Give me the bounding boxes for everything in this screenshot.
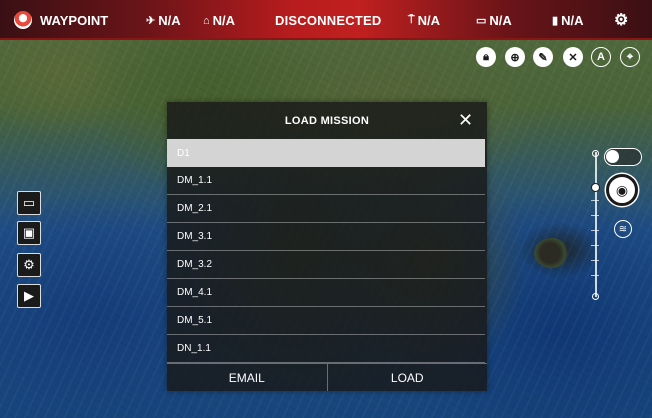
slider-tick [591, 275, 599, 276]
connection-status: DISCONNECTED [275, 13, 382, 28]
list-item[interactable]: DM_3.1 [167, 223, 485, 251]
app-brand: WAYPOINT [14, 11, 108, 29]
lock-icon[interactable]: 🔒︎ [476, 47, 496, 67]
app-logo-icon [14, 11, 32, 29]
aircraft-battery-status: ⌂ N/A [203, 13, 236, 28]
toggle-knob [606, 150, 619, 163]
email-button[interactable]: EMAIL [167, 364, 327, 391]
load-mission-dialog: LOAD MISSION ✕ D1 DM_1.1 DM_2.1 DM_3.1 D… [167, 102, 487, 391]
slider-tick [591, 230, 599, 231]
app-title: WAYPOINT [40, 12, 109, 28]
save-icon[interactable]: ▣ [17, 221, 41, 245]
battery-status: ▮ N/A [552, 13, 584, 28]
video-signal-icon: ▭ [476, 15, 487, 27]
video-signal-status: ▭ N/A [476, 13, 512, 28]
filter-icon[interactable]: ≋ [614, 220, 632, 238]
gear-icon[interactable]: ⚙ [614, 10, 628, 30]
mission-list: D1 DM_1.1 DM_2.1 DM_3.1 DM_3.2 DM_4.1 DM… [167, 139, 487, 363]
slider-tick [591, 245, 599, 246]
clear-icon[interactable]: ✕ [563, 47, 583, 67]
battery-aircraft-icon: ⌂ [203, 14, 210, 27]
map-island [534, 238, 570, 268]
crosshair-icon[interactable]: ⌖ [620, 47, 640, 67]
play-icon[interactable]: ▶ [17, 284, 41, 308]
camera-icon[interactable]: ◉ [606, 174, 638, 206]
slider-bottom-end [592, 293, 599, 300]
folder-icon[interactable]: ▭ [17, 191, 41, 215]
slider-top-end [592, 150, 599, 157]
remote-controller-signal-icon: ⍑ [408, 14, 415, 26]
list-item[interactable]: DM_1.1 [167, 167, 485, 195]
list-item[interactable]: DM_4.1 [167, 279, 485, 307]
load-button[interactable]: LOAD [326, 364, 488, 391]
status-bar: WAYPOINT ✈ N/A ⌂ N/A DISCONNECTED ⍑ N/A … [0, 0, 652, 40]
mode-toggle[interactable] [604, 148, 642, 166]
mission-settings-icon[interactable]: ⚙ [17, 253, 41, 277]
battery-icon: ▮ [552, 15, 559, 27]
close-icon[interactable]: ✕ [458, 111, 473, 129]
list-item[interactable]: DN_1.1 [167, 335, 485, 363]
add-waypoint-icon[interactable]: ⊕ [505, 47, 525, 67]
dialog-actions: EMAIL LOAD [167, 363, 487, 391]
gps-status: ✈ N/A [146, 13, 181, 28]
wrench-icon[interactable]: ✎ [533, 47, 553, 67]
rc-signal-status: ⍑ N/A [408, 13, 440, 28]
list-item[interactable]: DM_5.1 [167, 307, 485, 335]
list-item[interactable]: D1 [167, 139, 485, 167]
gimbal-slider-thumb[interactable] [591, 183, 600, 192]
list-item[interactable]: DM_2.1 [167, 195, 485, 223]
list-item[interactable]: DM_3.2 [167, 251, 485, 279]
auto-mode-button[interactable]: A [591, 47, 611, 67]
slider-tick [591, 215, 599, 216]
slider-tick [591, 200, 599, 201]
satellite-icon: ✈ [146, 15, 156, 27]
slider-tick [591, 260, 599, 261]
dialog-title: LOAD MISSION [284, 114, 370, 127]
